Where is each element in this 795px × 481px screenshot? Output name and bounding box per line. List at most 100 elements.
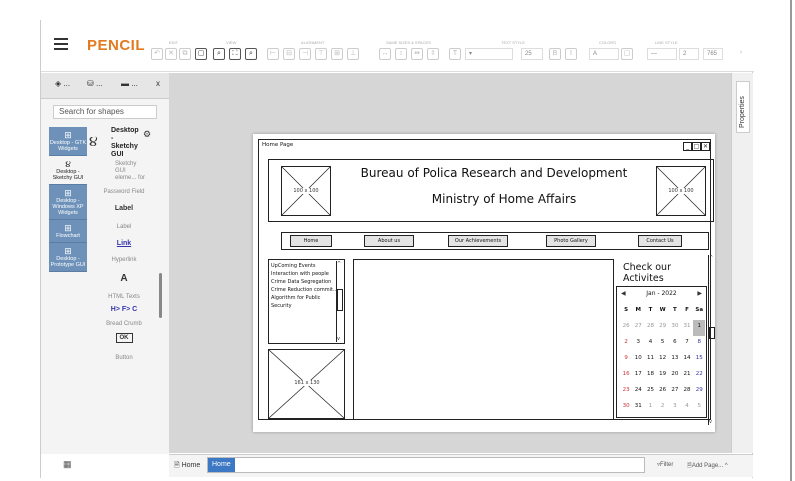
chevron-up-icon[interactable]: ^ [337,261,341,267]
calendar-day[interactable]: 28 [681,384,693,400]
calendar-day[interactable]: 16 [620,368,632,384]
calendar-day[interactable]: 8 [693,336,705,352]
nav-home-button[interactable]: Home [290,235,332,247]
drawing-page[interactable]: Home Page _ □ ✕ 100 x 100 Bureau of Poli… [253,134,715,432]
calendar-day[interactable]: 5 [693,400,705,416]
list-item[interactable]: Algorithm for Public [271,294,337,302]
calendar-day[interactable]: 17 [632,368,644,384]
properties-tab[interactable]: Properties [736,81,750,133]
hamburger-menu-icon[interactable] [54,38,68,50]
calendar-day[interactable]: 29 [693,384,705,400]
text-color-picker[interactable]: A [589,48,619,60]
chevron-up-icon[interactable]: ^ [709,255,713,261]
filter-button[interactable]: ▿Filter [657,461,673,468]
canvas-area[interactable]: Home Page _ □ ✕ 100 x 100 Bureau of Poli… [169,73,731,453]
events-scrollbar[interactable]: ^ v [336,261,343,342]
chevron-down-icon[interactable]: v [709,419,712,425]
calendar-day[interactable]: 26 [657,384,669,400]
calendar-day[interactable]: 21 [681,368,693,384]
calendar-day[interactable]: 11 [644,352,656,368]
tab-clipart[interactable]: ▬ ... [121,79,138,88]
zoom-out-icon[interactable]: ⌕ [245,48,257,60]
shape-html-texts[interactable]: A HTML Texts [89,273,159,300]
list-item[interactable]: Security [271,302,337,310]
align-right-icon[interactable]: ⊣ [299,48,311,60]
calendar-day[interactable]: 12 [657,352,669,368]
calendar-day[interactable]: 22 [693,368,705,384]
calendar-day[interactable]: 27 [632,320,644,336]
next-month-icon[interactable]: ▶ [697,290,702,297]
calendar-day[interactable]: 18 [644,368,656,384]
shape-hyperlink[interactable]: Link Hyperlink [89,240,159,263]
tab-active-page[interactable]: Home [208,458,235,472]
same-height-icon[interactable]: ↕ [395,48,407,60]
calendar-day[interactable]: 29 [657,320,669,336]
calendar-day[interactable]: 2 [657,400,669,416]
align-center-icon[interactable]: ⊟ [283,48,295,60]
calendar-day[interactable]: 26 [620,320,632,336]
add-page-button[interactable]: 🗎Add Page... ^ [687,461,728,471]
calendar-day[interactable]: 3 [669,400,681,416]
page-scrollbar[interactable]: ^ v [708,255,715,425]
grid-view-icon[interactable]: ▦ [63,459,72,470]
calendar-day[interactable]: 23 [620,384,632,400]
scroll-thumb[interactable] [337,289,343,311]
undo-icon[interactable]: ↶ [151,48,163,60]
calendar-day[interactable]: 10 [632,352,644,368]
main-content-box[interactable] [353,259,614,420]
align-bottom-icon[interactable]: ⊥ [347,48,359,60]
calendar-day[interactable]: 20 [669,368,681,384]
collection-prototype[interactable]: ⊞ Desktop - Prototype GUI [49,243,87,272]
calendar-day[interactable]: 5 [657,336,669,352]
fill-color-icon[interactable]: ▢ [621,48,633,60]
calendar-day[interactable]: 13 [669,352,681,368]
maximize-icon[interactable]: □ [692,142,701,151]
calendar-day[interactable]: 30 [620,400,632,416]
shape-button[interactable]: OK Button [89,333,159,361]
calendar-day-selected[interactable]: 1 [693,320,706,336]
calendar-day[interactable]: 1 [644,400,656,416]
calendar-day[interactable]: 25 [644,384,656,400]
calendar-day[interactable]: 19 [657,368,669,384]
nav-contact-button[interactable]: Contact Us [638,235,682,247]
font-family-select[interactable]: ▾ [465,48,513,60]
line-width-field[interactable]: 2 [679,48,699,60]
close-icon[interactable]: ✕ [701,142,710,151]
nav-achievements-button[interactable]: Our Achievements [448,235,508,247]
same-width-icon[interactable]: ↔ [379,48,391,60]
shape-password-field[interactable]: Password Field [89,189,159,195]
list-item[interactable]: Interaction with people [271,270,337,278]
fit-screen-icon[interactable]: ⛶ [229,48,241,60]
cut-icon[interactable]: ✕ [165,48,177,60]
home-page-link[interactable]: 🗎 Home [174,461,200,472]
calendar[interactable]: ◀ Jan - 2022 ▶ S M T W T F Sa 26 27 28 2… [616,286,707,418]
toolbar-more-icon[interactable]: › [735,48,747,60]
collection-gtk[interactable]: ⊞ Desktop - GTK Widgets [49,127,87,156]
calendar-day[interactable]: 30 [669,320,681,336]
nav-about-button[interactable]: About us [364,235,414,247]
settings-gear-icon[interactable]: ⚙ [143,129,151,140]
calendar-day[interactable]: 24 [632,384,644,400]
tab-private-collections[interactable]: ⛁ ... [87,79,103,88]
calendar-day[interactable]: 14 [681,352,693,368]
mockup-window[interactable]: Home Page _ □ ✕ 100 x 100 Bureau of Poli… [258,139,715,425]
shape-breadcrumb[interactable]: H> F> C Bread Crumb [89,306,159,327]
calendar-day[interactable]: 6 [669,336,681,352]
line-style-select[interactable]: — [647,48,677,60]
calendar-day[interactable]: 3 [632,336,644,352]
scroll-thumb[interactable] [709,327,715,339]
paste-icon[interactable]: ▢ [195,48,207,60]
search-input[interactable]: Search for shapes [53,105,157,119]
chevron-down-icon[interactable]: v [337,336,340,342]
calendar-day[interactable]: 2 [620,336,632,352]
list-item[interactable]: UpComing Events [271,262,337,270]
zoom-in-icon[interactable]: ⌕ [213,48,225,60]
calendar-day[interactable]: 4 [644,336,656,352]
text-format-icon[interactable]: T [449,48,461,60]
calendar-day[interactable]: 28 [644,320,656,336]
collection-windows-xp[interactable]: ⊞ Desktop - Windows XP Widgets [49,185,87,220]
same-vspace-icon[interactable]: ⇳ [427,48,439,60]
zoom-field[interactable]: 765 [703,48,723,60]
calendar-day[interactable]: 27 [669,384,681,400]
list-item[interactable]: Crime Reduction commit... [271,286,337,294]
